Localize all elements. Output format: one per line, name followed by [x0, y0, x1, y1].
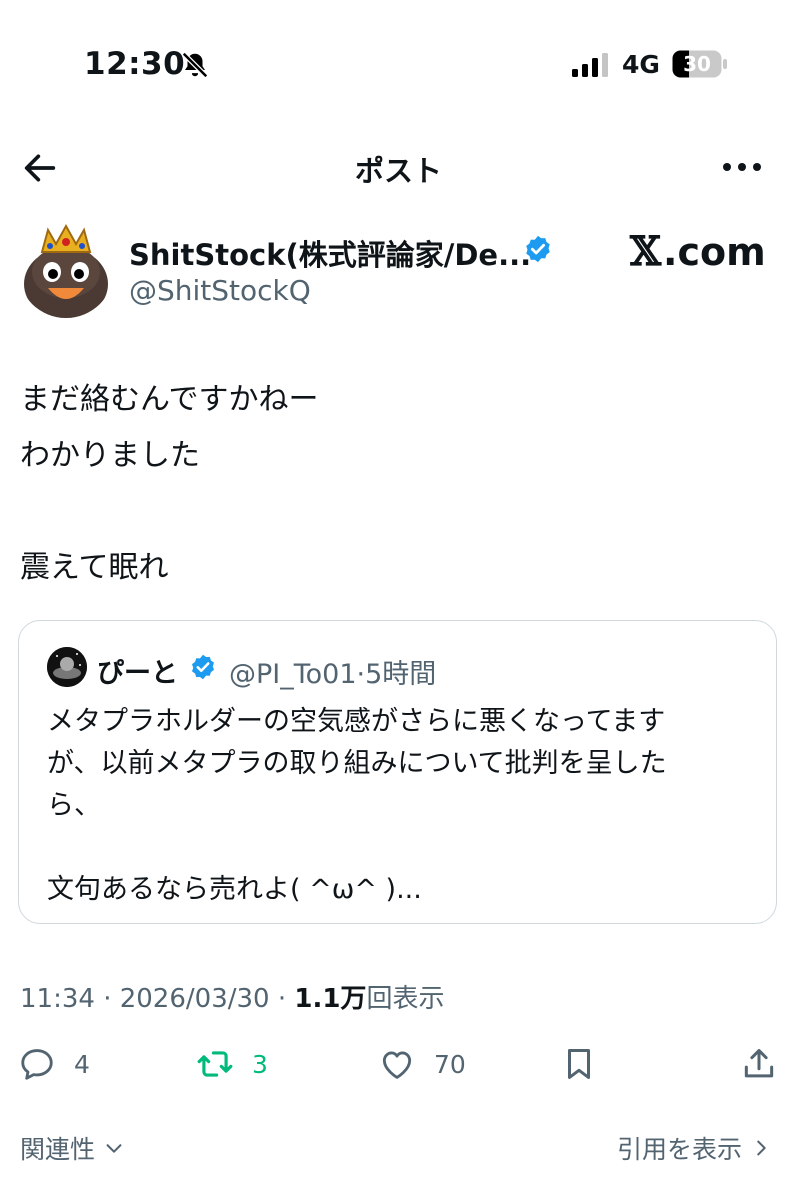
like-count: 70 — [434, 1049, 466, 1079]
bell-off-icon — [181, 51, 209, 79]
share-icon — [744, 1049, 774, 1078]
more-icon[interactable] — [720, 155, 764, 179]
tweet-line: 震えて眠れ — [20, 550, 169, 585]
tweet-meta: 11:34 · 2026/03/30 · 1.1万回表示 — [20, 978, 444, 1015]
share-button[interactable] — [740, 1044, 778, 1084]
quoted-handle-time: @PI_To01·5時間 — [229, 659, 437, 690]
quoted-line: 文句あるなら売れよ( ^ω^ )... — [47, 874, 422, 905]
watermark: 𝕏.com — [630, 228, 766, 275]
signal-icon — [572, 53, 608, 77]
reply-count: 4 — [74, 1049, 90, 1079]
view-count: 1.1万 — [294, 984, 367, 1014]
view-quotes-link[interactable]: 引用を表示 — [617, 1130, 772, 1166]
quoted-avatar — [47, 647, 87, 687]
related-label: 関連性 — [20, 1135, 96, 1164]
related-sort-dropdown[interactable]: 関連性 — [20, 1130, 125, 1166]
verified-icon — [526, 235, 550, 263]
quoted-line: が、以前メタプラの取り組みについて批判を呈した — [47, 748, 667, 779]
bookmark-button[interactable] — [560, 1044, 598, 1084]
watermark-x: 𝕏 — [630, 228, 662, 275]
chevron-down-icon — [106, 1144, 122, 1153]
reply-icon — [21, 1049, 53, 1080]
avatar[interactable] — [18, 222, 114, 318]
watermark-text: .com — [663, 230, 766, 274]
display-name[interactable]: ShitStock(株式評論家/De... — [129, 232, 531, 274]
verified-icon — [192, 654, 214, 680]
quoted-line: ら、 — [47, 790, 101, 821]
view-quotes-label: 引用を表示 — [617, 1135, 743, 1164]
battery-level: 30 — [683, 52, 711, 76]
tweet-line — [20, 484, 319, 540]
quoted-display-name: ぴーと — [97, 658, 178, 689]
retweet-count: 3 — [252, 1049, 268, 1079]
back-arrow-icon[interactable] — [20, 148, 60, 188]
quoted-tweet[interactable]: ぴーと @PI_To01·5時間 メタプラホルダーの空気感がさらに悪くなってます… — [18, 620, 777, 924]
network-type: 4G — [622, 50, 660, 79]
like-button[interactable]: 70 — [378, 1044, 466, 1084]
timestamp: 11:34 · 2026/03/30 · — [20, 984, 295, 1014]
quoted-line — [47, 827, 747, 869]
tweet-text: まだ絡むんですかねー わかりました 震えて眠れ — [20, 372, 319, 596]
reply-button[interactable]: 4 — [18, 1044, 90, 1084]
tweet-line: まだ絡むんですかねー — [20, 382, 319, 417]
status-time: 12:30 — [84, 46, 186, 82]
page-title: ポスト — [354, 154, 442, 188]
chevron-right-icon — [757, 1140, 766, 1156]
quoted-text: メタプラホルダーの空気感がさらに悪くなってます が、以前メタプラの取り組みについ… — [47, 701, 747, 911]
retweet-icon — [197, 1051, 233, 1077]
quoted-line: メタプラホルダーの空気感がさらに悪くなってます — [47, 706, 666, 737]
battery-icon: 30 — [672, 50, 728, 78]
like-icon — [382, 1051, 412, 1079]
tweet-line: わかりました — [20, 438, 200, 473]
view-label: 回表示 — [366, 984, 445, 1014]
author-handle[interactable]: @ShitStockQ — [129, 274, 311, 307]
bookmark-icon — [567, 1049, 591, 1079]
retweet-button[interactable]: 3 — [196, 1044, 268, 1084]
